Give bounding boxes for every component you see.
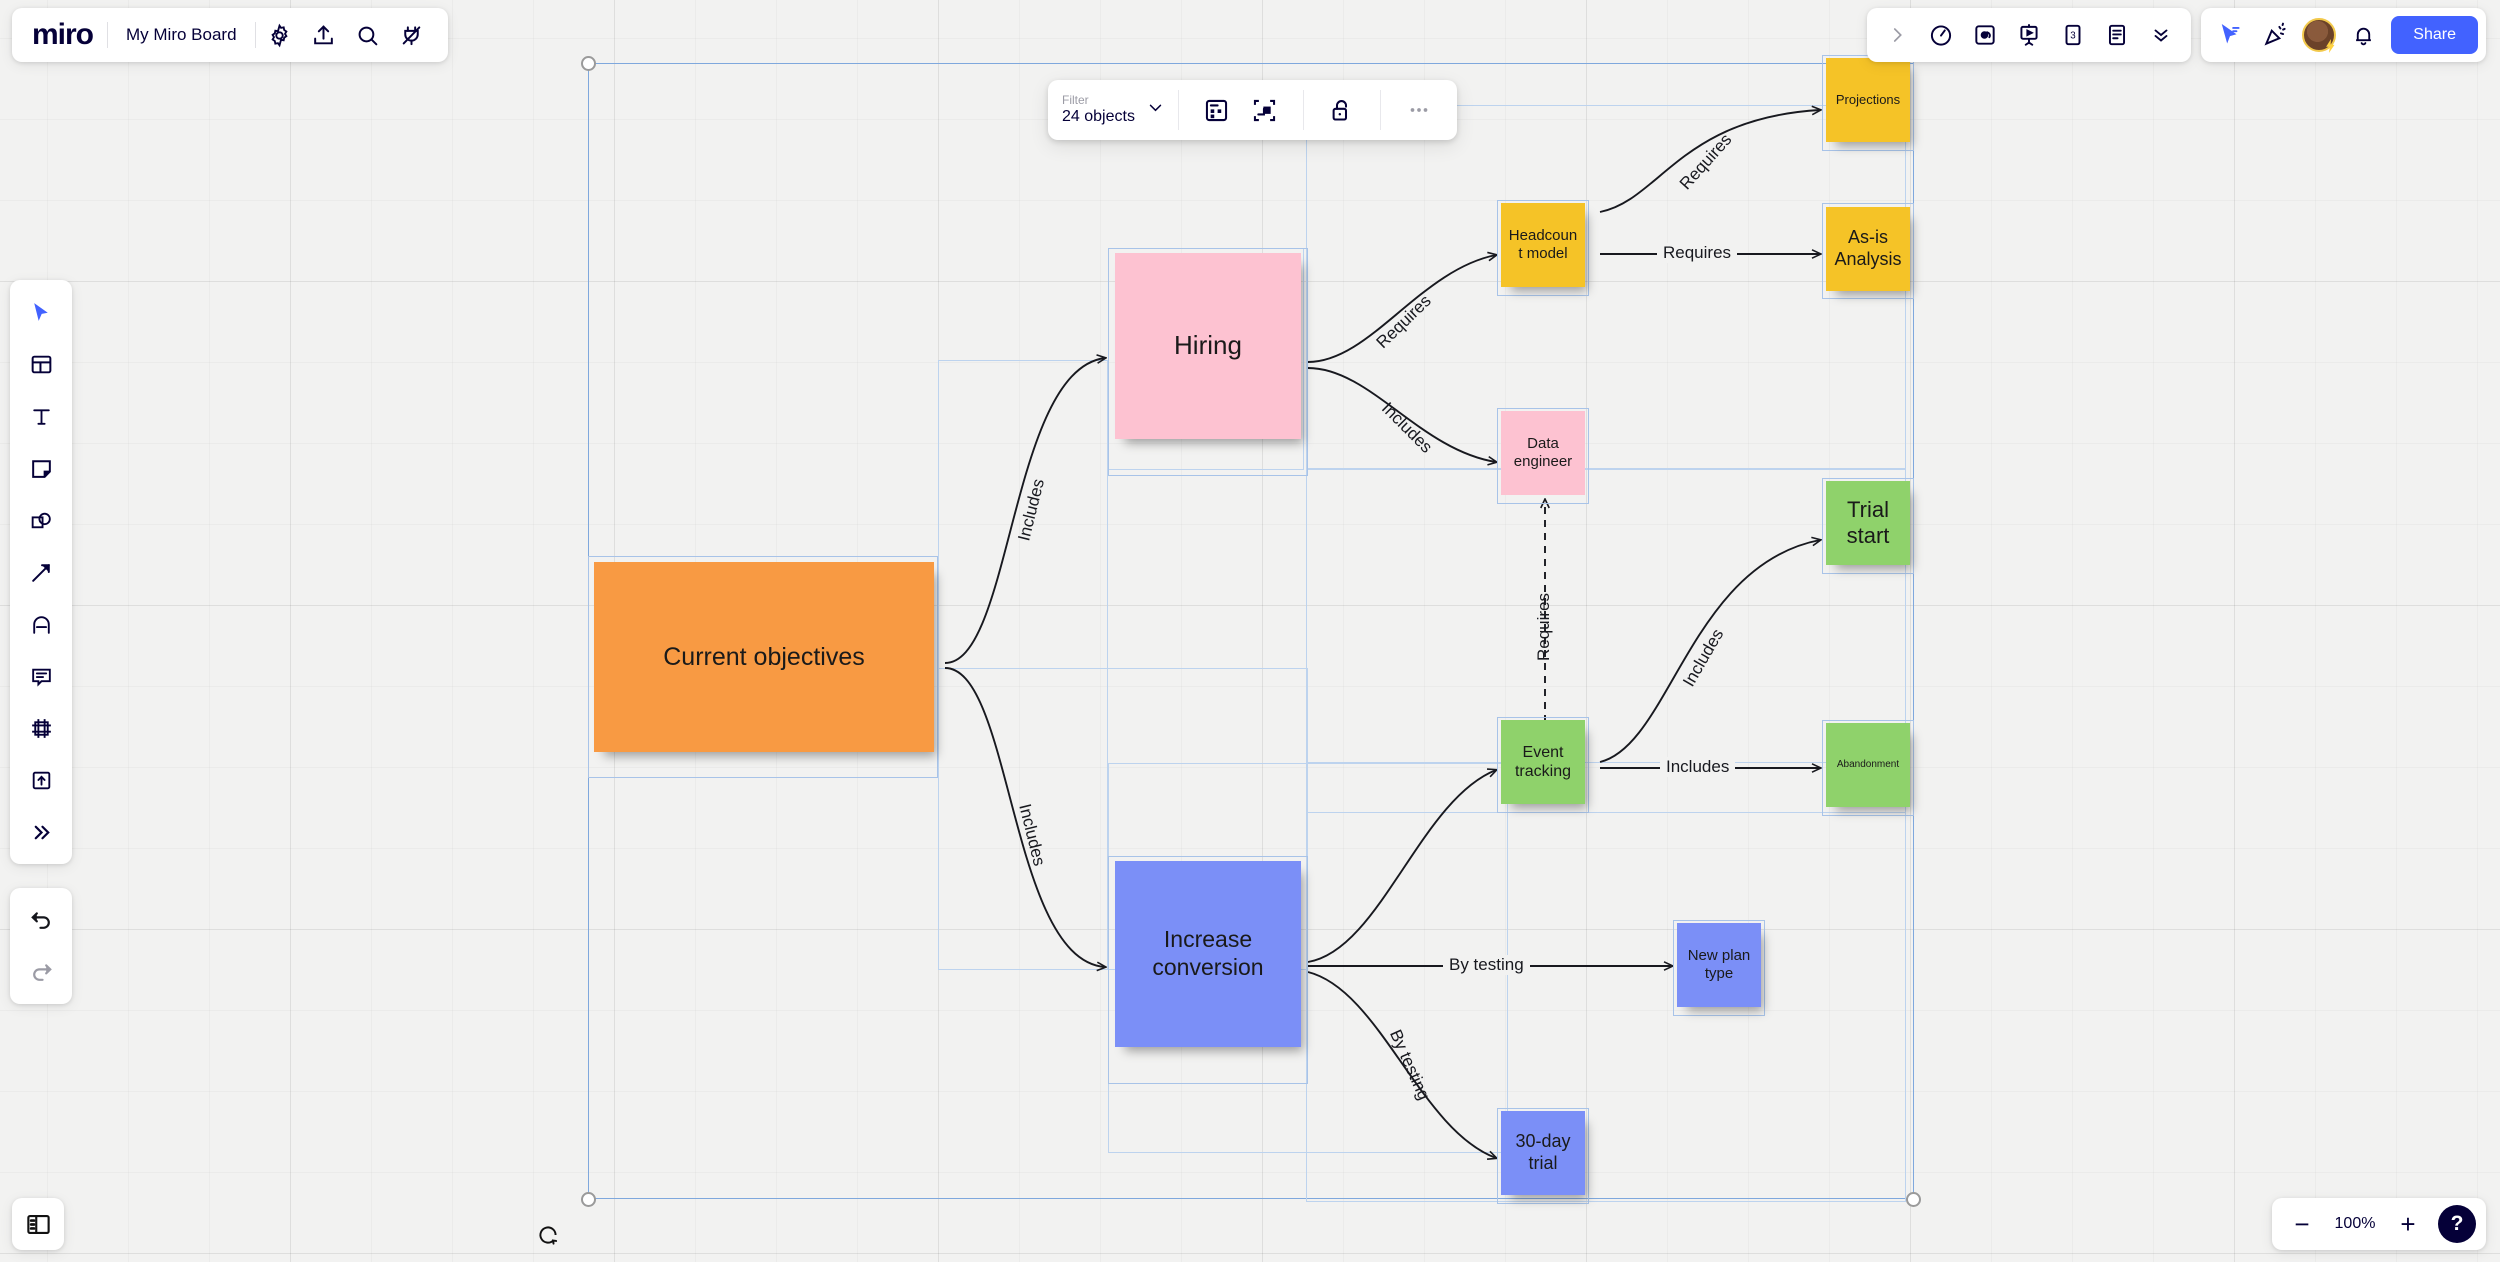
upload-tool[interactable] bbox=[17, 756, 65, 804]
filter-dropdown[interactable]: Filter 24 objects bbox=[1048, 80, 1178, 140]
comment-tool[interactable] bbox=[17, 652, 65, 700]
voting-icon[interactable] bbox=[1963, 13, 2007, 57]
filter-label: Filter bbox=[1062, 92, 1089, 107]
sticky-note-as-is-analysis[interactable]: As-is Analysis bbox=[1826, 207, 1910, 291]
unlock-icon[interactable] bbox=[1318, 86, 1366, 134]
search-icon[interactable] bbox=[346, 13, 390, 57]
avatar[interactable] bbox=[2297, 13, 2341, 57]
share-button[interactable]: Share bbox=[2391, 16, 2478, 54]
sticky-note-new-plan-type[interactable]: New plan type bbox=[1677, 923, 1761, 1007]
header-right-bar: 3 Share bbox=[1867, 8, 2486, 62]
shapes-tool[interactable] bbox=[17, 496, 65, 544]
sticky-note-thirty-day-trial[interactable]: 30-day trial bbox=[1501, 1111, 1585, 1195]
connector-label-conv-newplan: By testing bbox=[1443, 955, 1530, 975]
cursor-share-icon[interactable] bbox=[2209, 13, 2253, 57]
sticky-note-projections[interactable]: Projections bbox=[1826, 58, 1910, 142]
grid-layout-icon[interactable] bbox=[1193, 86, 1241, 134]
tools-pill: 3 bbox=[1867, 8, 2192, 62]
more-tools[interactable] bbox=[17, 808, 65, 856]
chevron-down-icon bbox=[1147, 99, 1164, 121]
zoom-out-button[interactable]: − bbox=[2282, 1204, 2322, 1244]
header-left-bar: miro My Miro Board bbox=[12, 8, 448, 62]
svg-text:3: 3 bbox=[2071, 30, 2076, 41]
sticky-note-tool[interactable] bbox=[17, 444, 65, 492]
selection-handle-top-left[interactable] bbox=[581, 56, 596, 71]
connector-label-event-abandon: Includes bbox=[1660, 757, 1736, 777]
connector-label-dataeng-event: Requires bbox=[1534, 592, 1554, 662]
select-cursor-tool[interactable] bbox=[17, 288, 65, 336]
zoom-level-value[interactable]: 100% bbox=[2326, 1215, 2384, 1233]
upload-icon[interactable] bbox=[302, 13, 346, 57]
sticky-note-increase-conversion[interactable]: Increase conversion bbox=[1115, 861, 1301, 1047]
panel-toggle-icon[interactable] bbox=[12, 1198, 64, 1250]
fit-frame-icon[interactable] bbox=[1241, 86, 1289, 134]
sticky-note-headcount-model[interactable]: Headcount model bbox=[1501, 203, 1585, 287]
undo-button[interactable] bbox=[17, 896, 65, 944]
connector-label-headcount-asis: Requires bbox=[1657, 243, 1738, 263]
zoom-controls: − 100% + ? bbox=[2272, 1198, 2486, 1250]
help-button[interactable]: ? bbox=[2438, 1205, 2476, 1243]
double-chevron-down-icon[interactable] bbox=[2139, 13, 2183, 57]
templates-tool[interactable] bbox=[17, 340, 65, 388]
filter-value: 24 objects bbox=[1062, 108, 1135, 125]
sticky-note-hiring[interactable]: Hiring bbox=[1115, 253, 1301, 439]
header-divider-1 bbox=[107, 22, 109, 48]
ctx-group-arrange bbox=[1179, 80, 1303, 140]
board-title[interactable]: My Miro Board bbox=[110, 25, 253, 45]
miro-board-app: Includes Includes Requires Includes Requ… bbox=[0, 0, 2500, 1262]
document-icon[interactable] bbox=[2095, 13, 2139, 57]
sticky-note-event-tracking[interactable]: Event tracking bbox=[1501, 720, 1585, 804]
sticky-note-data-engineer[interactable]: Data engineer bbox=[1501, 411, 1585, 495]
sticky-note-trial-start[interactable]: Trial start bbox=[1826, 481, 1910, 565]
redo-button[interactable] bbox=[17, 948, 65, 996]
estimation-cards-icon[interactable]: 3 bbox=[2051, 13, 2095, 57]
apps-plug-icon[interactable] bbox=[390, 13, 434, 57]
more-options-icon[interactable] bbox=[1395, 86, 1443, 134]
pen-tool[interactable] bbox=[17, 600, 65, 648]
zoom-in-button[interactable]: + bbox=[2388, 1204, 2428, 1244]
sticky-note-abandonment[interactable]: Abandonment bbox=[1826, 723, 1910, 807]
text-tool[interactable] bbox=[17, 392, 65, 440]
selection-handle-bottom-right[interactable] bbox=[1906, 1192, 1921, 1207]
collab-pill: Share bbox=[2201, 8, 2486, 62]
ctx-group-lock bbox=[1304, 80, 1380, 140]
timer-icon[interactable] bbox=[1919, 13, 1963, 57]
gear-icon[interactable] bbox=[258, 13, 302, 57]
left-toolbar bbox=[10, 280, 72, 864]
presentation-icon[interactable] bbox=[2007, 13, 2051, 57]
selection-context-toolbar: Filter 24 objects bbox=[1048, 80, 1457, 140]
sticky-note-current-objectives[interactable]: Current objectives bbox=[594, 562, 934, 752]
rotate-icon[interactable] bbox=[535, 1222, 561, 1253]
ctx-group-more bbox=[1381, 80, 1457, 140]
history-toolbar bbox=[10, 888, 72, 1004]
frame-tool[interactable] bbox=[17, 704, 65, 752]
bell-icon[interactable] bbox=[2341, 13, 2385, 57]
selection-handle-bottom-left[interactable] bbox=[581, 1192, 596, 1207]
celebrate-icon[interactable] bbox=[2253, 13, 2297, 57]
expand-chevron-icon[interactable] bbox=[1875, 13, 1919, 57]
header-divider-2 bbox=[254, 22, 256, 48]
miro-logo[interactable]: miro bbox=[26, 18, 105, 52]
connector-arrow-tool[interactable] bbox=[17, 548, 65, 596]
